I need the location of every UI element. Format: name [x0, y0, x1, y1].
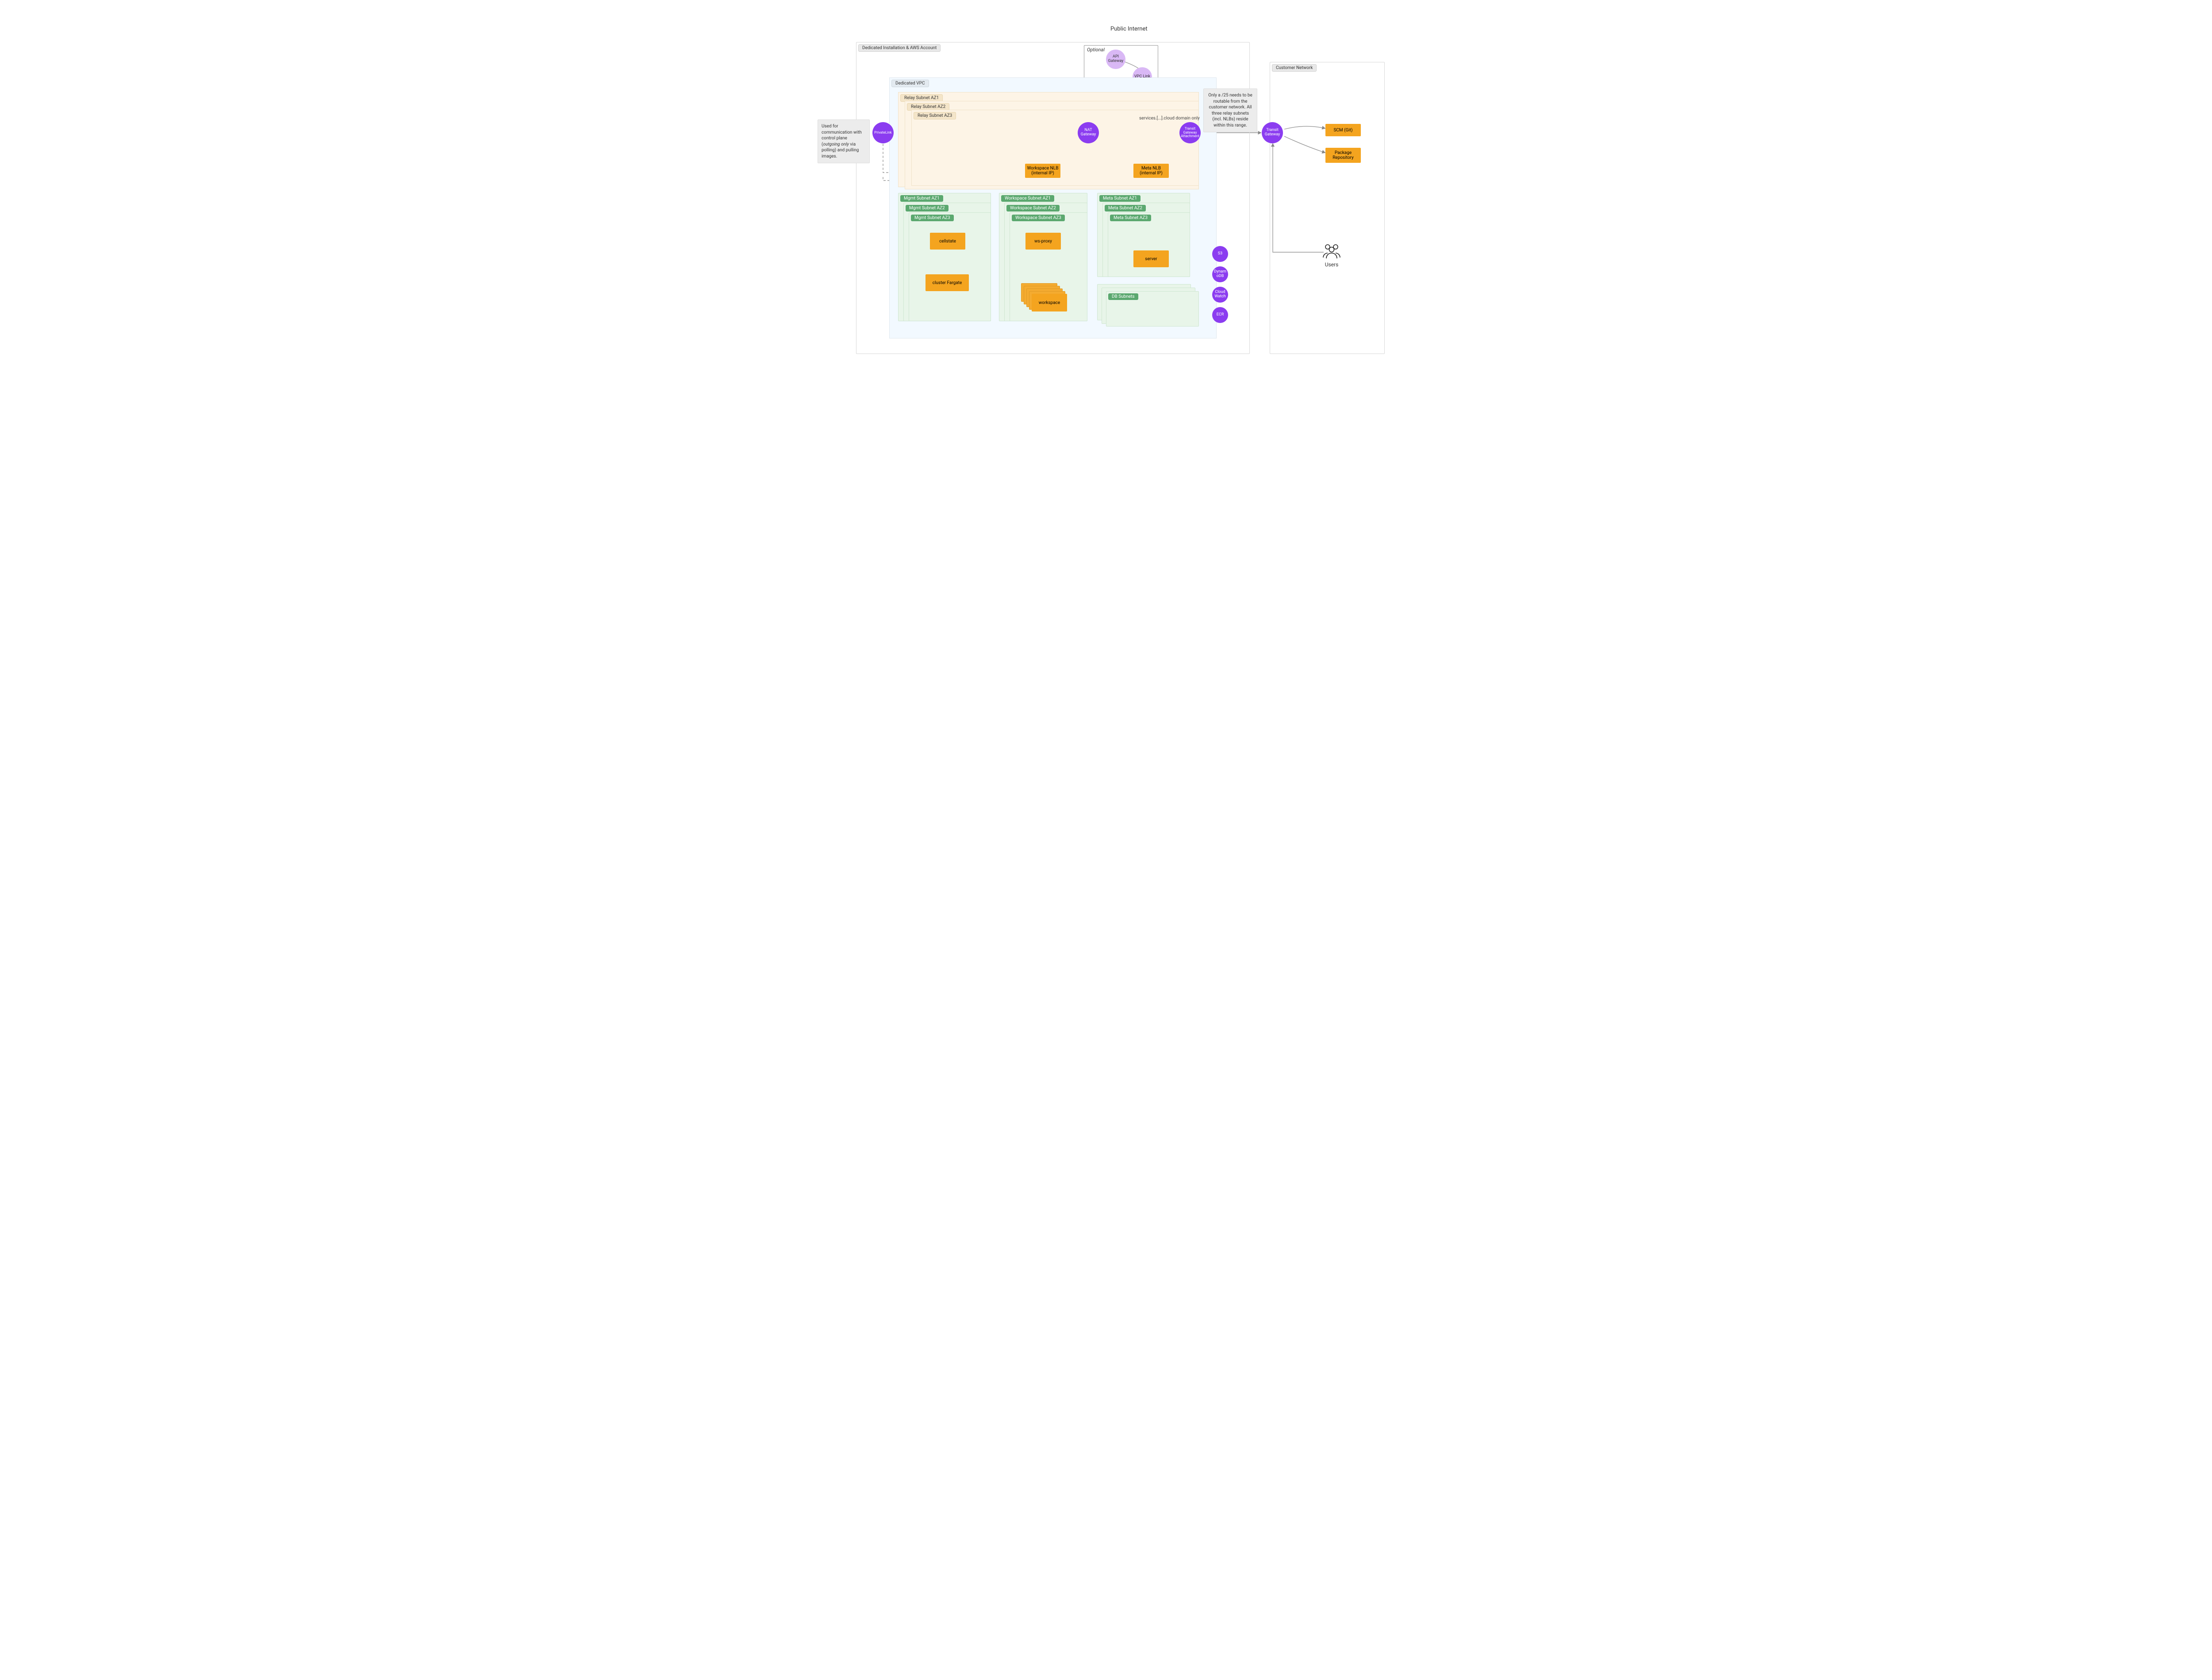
ws-az2-title: Workspace Subnet AZ2 — [1006, 205, 1060, 211]
nat-gateway-label: NAT Gateway — [1078, 128, 1099, 137]
scm-box: SCM (Git) — [1325, 124, 1361, 136]
server-box: server — [1133, 250, 1169, 267]
ecr-label: ECR — [1217, 313, 1224, 317]
users-group: Users — [1318, 242, 1345, 268]
s3-label: S3 — [1218, 252, 1222, 256]
dynamodb-node: Dynam oDB — [1212, 266, 1228, 282]
api-gateway-label: API Gateway — [1106, 55, 1125, 64]
privatelink-note: Used for communication with control plan… — [818, 119, 870, 163]
mgmt-az3-title: Mgmt Subnet AZ3 — [911, 215, 954, 221]
db-subnets-title: DB Subnets — [1108, 293, 1138, 300]
meta-az3-title: Meta Subnet AZ3 — [1110, 215, 1151, 221]
transit-gateway-label: Transit Gateway — [1262, 128, 1283, 137]
cloudwatch-node: Cloud Watch — [1212, 287, 1228, 303]
ws-proxy-box: ws-proxy — [1025, 233, 1061, 250]
cluster-fargate-box: cluster Fargate — [926, 274, 969, 291]
workspace-box: workspace — [1032, 294, 1067, 311]
db-subnets: DB Subnets — [1106, 291, 1199, 327]
mgmt-az2-title: Mgmt Subnet AZ2 — [906, 205, 949, 211]
cellstate-box: cellstate — [930, 233, 965, 250]
tgw-attachment-node: Transit Gateway Attachment — [1179, 122, 1201, 143]
ws-az3-title: Workspace Subnet AZ3 — [1012, 215, 1065, 221]
relay-az3-title: Relay Subnet AZ3 — [914, 112, 956, 119]
public-internet-label: Public Internet — [1110, 26, 1148, 32]
customer-title: Customer Network — [1272, 64, 1317, 72]
customer-network-container: Customer Network — [1270, 62, 1385, 354]
ws-az1-title: Workspace Subnet AZ1 — [1001, 195, 1054, 202]
dynamodb-label: Dynam oDB — [1214, 270, 1226, 279]
transit-gateway-node: Transit Gateway — [1262, 122, 1283, 143]
api-gateway-node: API Gateway — [1106, 50, 1125, 69]
mgmt-az1-title: Mgmt Subnet AZ1 — [900, 195, 943, 202]
cidr-note: Only a /25 needs to be routable from the… — [1203, 88, 1257, 132]
note-em: outgoing only — [823, 142, 849, 147]
tgw-attachment-label: Transit Gateway Attachment — [1179, 127, 1201, 138]
users-label: Users — [1318, 261, 1345, 268]
package-repo-box: Package Repository — [1325, 148, 1361, 163]
domain-only-label: services.[...].cloud domain only — [1139, 116, 1200, 121]
cloudwatch-label: Cloud Watch — [1214, 290, 1225, 299]
meta-az2-title: Meta Subnet AZ2 — [1105, 205, 1146, 211]
privatelink-node: PrivateLink — [872, 122, 894, 143]
optional-label: Optional — [1087, 47, 1105, 53]
privatelink-label: PrivateLink — [874, 131, 891, 135]
dedicated-title: Dedicated Installation & AWS Account — [858, 44, 941, 52]
meta-subnet-az3: Meta Subnet AZ3 — [1108, 212, 1190, 277]
vpc-title: Dedicated VPC — [891, 80, 929, 87]
meta-az1-title: Meta Subnet AZ1 — [1099, 195, 1141, 202]
users-icon — [1321, 242, 1342, 259]
ecr-node: ECR — [1212, 307, 1228, 323]
nat-gateway-node: NAT Gateway — [1078, 122, 1099, 143]
s3-node: S3 — [1212, 246, 1228, 262]
workspace-nlb: Workspace NLB (internal IP) — [1025, 164, 1060, 178]
meta-nlb: Meta NLB (internal IP) — [1133, 164, 1169, 178]
mgmt-subnet-az3: Mgmt Subnet AZ3 — [909, 212, 991, 321]
